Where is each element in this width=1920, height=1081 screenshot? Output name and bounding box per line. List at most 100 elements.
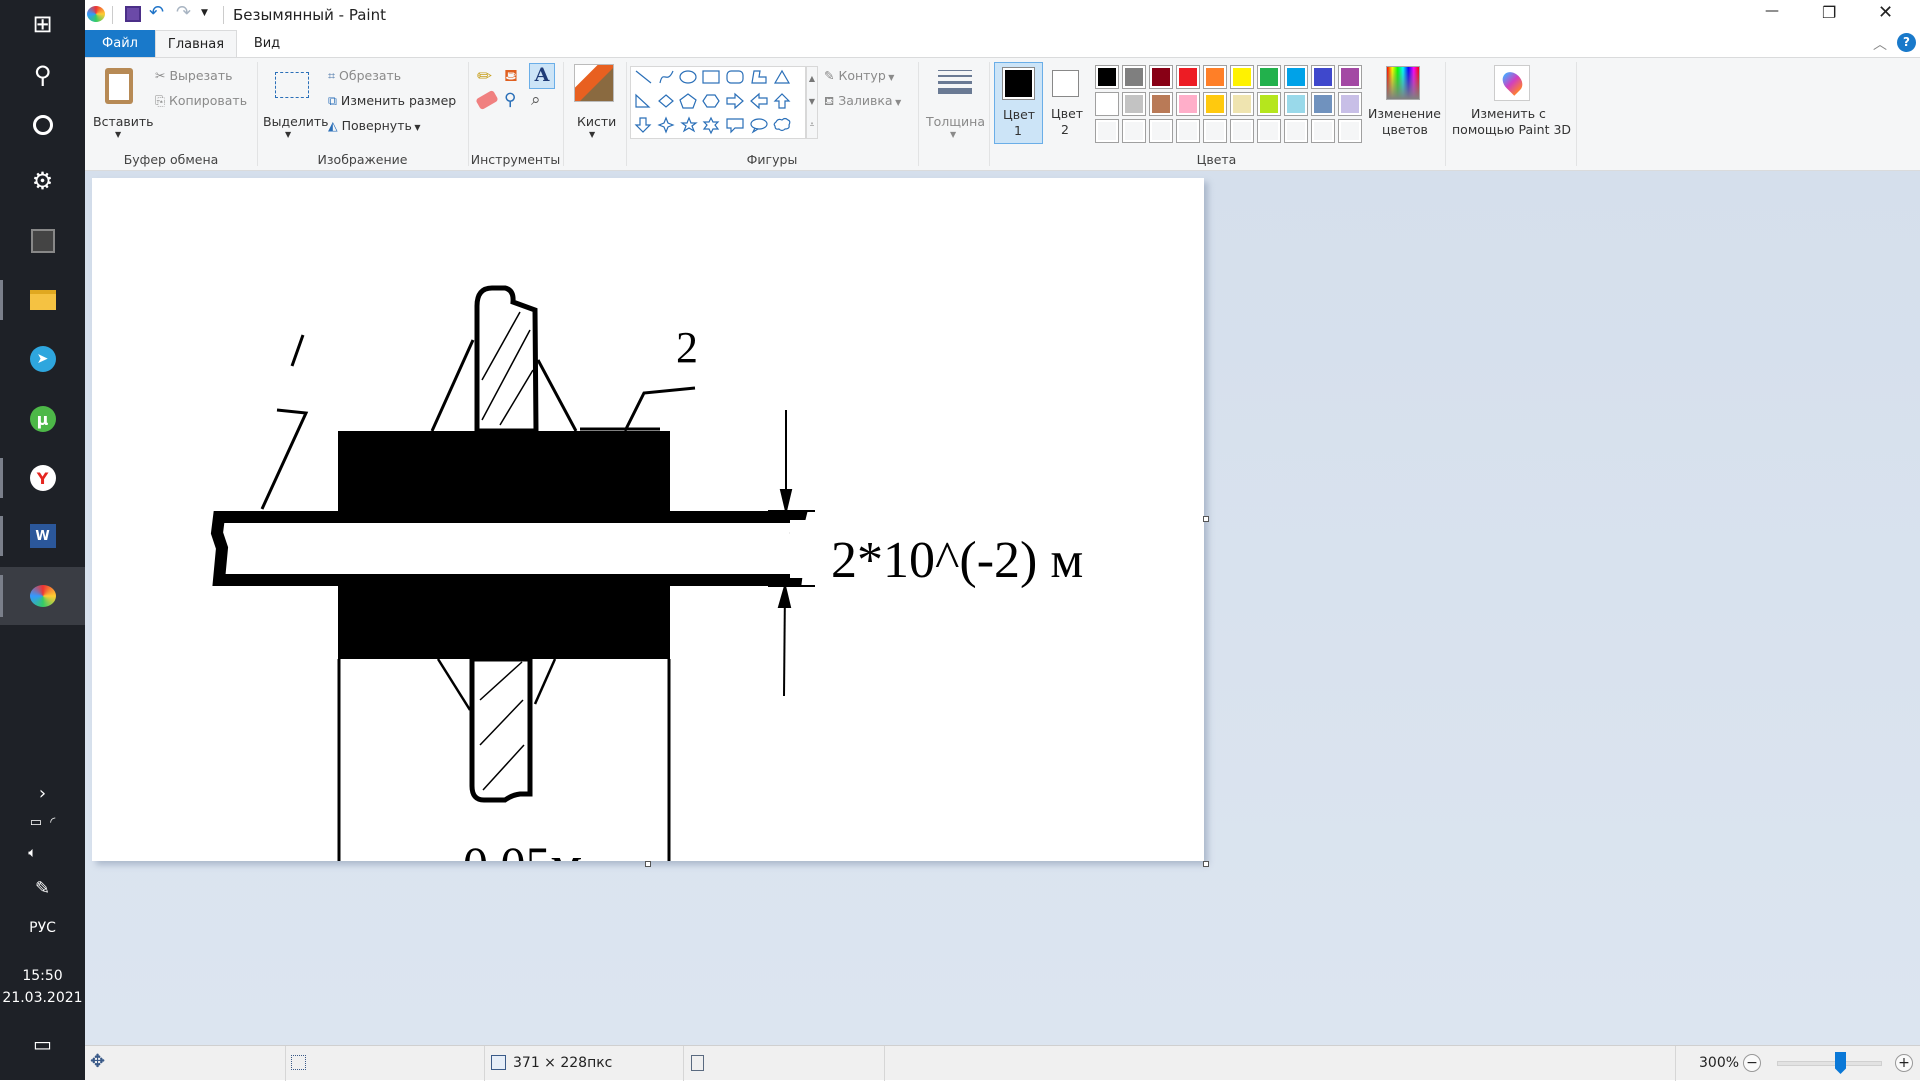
crop-button[interactable]: ⌗ Обрезать — [328, 68, 401, 84]
folder-icon — [29, 290, 56, 310]
magnifier-icon[interactable]: ⌕ — [531, 90, 541, 110]
clock-time[interactable]: 15:50 — [0, 968, 85, 984]
zoom-slider-thumb[interactable] — [1835, 1052, 1846, 1074]
paint-button[interactable] — [0, 567, 85, 625]
help-button[interactable]: ? — [1897, 33, 1916, 52]
palette-swatch[interactable] — [1257, 65, 1281, 89]
rotate-button[interactable]: ◭ Повернуть ▼ — [328, 118, 421, 133]
select-button[interactable]: Выделить ▼ — [261, 62, 329, 146]
zoom-slider[interactable] — [1777, 1061, 1882, 1066]
color-palette — [1095, 65, 1367, 145]
brushes-button[interactable]: Кисти ▼ — [569, 62, 621, 146]
text-tool-icon[interactable]: A — [529, 63, 555, 89]
rod-bottom — [436, 656, 557, 803]
search-button[interactable]: ⚲ — [0, 47, 85, 103]
resize-icon: ⧉ — [328, 93, 341, 108]
palette-swatch-empty[interactable] — [1122, 119, 1146, 143]
tab-file[interactable]: Файл — [85, 30, 155, 57]
palette-swatch[interactable] — [1338, 92, 1362, 116]
palette-swatch-empty[interactable] — [1338, 119, 1362, 143]
pencil-icon[interactable]: ✏ — [477, 66, 492, 87]
shapes-gallery[interactable] — [630, 66, 806, 139]
minimize-button[interactable]: — — [1765, 3, 1779, 19]
resize-handle-corner[interactable] — [1203, 861, 1209, 867]
notification-icon[interactable]: ▭ — [0, 1032, 85, 1056]
tab-home[interactable]: Главная — [155, 30, 237, 57]
battery-icon: ▭ — [29, 815, 42, 830]
palette-swatch[interactable] — [1122, 92, 1146, 116]
palette-swatch-empty[interactable] — [1203, 119, 1227, 143]
telegram-button[interactable]: ➤ — [0, 331, 85, 387]
zoom-out-button[interactable]: − — [1743, 1054, 1761, 1072]
start-button[interactable]: ⊞ — [0, 0, 85, 52]
palette-swatch-empty[interactable] — [1230, 119, 1254, 143]
palette-swatch-empty[interactable] — [1257, 119, 1281, 143]
drawing-canvas[interactable]: 2 2*10^(-2) м 0,05м 1 — [92, 178, 1204, 861]
palette-swatch[interactable] — [1095, 92, 1119, 116]
callout-oval-shape-icon — [750, 118, 768, 134]
rounded-rect-shape-icon — [726, 70, 744, 84]
palette-swatch[interactable] — [1284, 92, 1308, 116]
palette-swatch[interactable] — [1203, 92, 1227, 116]
palette-swatch[interactable] — [1176, 92, 1200, 116]
redo-icon[interactable]: ↷ — [176, 2, 191, 23]
show-hidden-icons-button[interactable]: › — [0, 783, 85, 804]
palette-swatch-empty[interactable] — [1149, 119, 1173, 143]
customize-toolbar-icon[interactable]: ▼ — [201, 8, 208, 18]
palette-swatch[interactable] — [1284, 65, 1308, 89]
palette-swatch[interactable] — [1203, 65, 1227, 89]
resize-handle-right[interactable] — [1203, 516, 1209, 522]
palette-swatch[interactable] — [1122, 65, 1146, 89]
edit-colors-button[interactable]: Изменение цветов — [1368, 62, 1441, 146]
palette-swatch-empty[interactable] — [1176, 119, 1200, 143]
palette-swatch-empty[interactable] — [1284, 119, 1308, 143]
close-button[interactable]: ✕ — [1878, 2, 1893, 23]
palette-swatch[interactable] — [1230, 92, 1254, 116]
resize-button[interactable]: ⧉ Изменить размер — [328, 93, 456, 109]
tray-network-battery[interactable]: ▭ ◜ — [0, 815, 85, 830]
palette-swatch[interactable] — [1149, 65, 1173, 89]
palette-swatch[interactable] — [1149, 92, 1173, 116]
palette-swatch-empty[interactable] — [1095, 119, 1119, 143]
utorrent-button[interactable]: µ — [0, 391, 85, 447]
pen-icon[interactable]: ✎ — [0, 878, 85, 899]
size-button[interactable]: Толщина ▼ — [923, 62, 985, 146]
edit-with-paint3d-button[interactable]: Изменить с помощью Paint 3D — [1449, 62, 1575, 146]
restore-button[interactable]: ❐ — [1822, 3, 1836, 22]
shapes-scroll[interactable]: ▲ ▼ ⩡ — [806, 66, 818, 139]
cut-button[interactable]: ✂ Вырезать — [155, 68, 232, 83]
settings-button[interactable]: ⚙ — [0, 153, 85, 209]
clock-date[interactable]: 21.03.2021 — [0, 990, 85, 1006]
resize-handle-bottom[interactable] — [645, 861, 651, 867]
fill-bucket-icon[interactable]: ⛾ — [504, 66, 518, 88]
palette-swatch[interactable] — [1311, 92, 1335, 116]
paste-button[interactable]: Вставить ▼ — [93, 62, 154, 146]
palette-swatch-empty[interactable] — [1311, 119, 1335, 143]
palette-swatch[interactable] — [1176, 65, 1200, 89]
collapse-ribbon-icon[interactable]: ︿ — [1873, 34, 1887, 54]
color-picker-icon[interactable]: ⚲ — [504, 90, 516, 110]
color2-button[interactable]: Цвет 2 — [1047, 62, 1089, 144]
word-button[interactable]: W — [0, 508, 85, 564]
yandex-browser-button[interactable]: Y — [0, 450, 85, 506]
palette-swatch[interactable] — [1338, 65, 1362, 89]
tab-view[interactable]: Вид — [237, 30, 297, 57]
undo-icon[interactable]: ↶ — [149, 2, 164, 23]
volume-icon[interactable]: 🔈︎ — [0, 845, 75, 861]
copy-button[interactable]: ⎘ Копировать — [155, 93, 247, 109]
file-explorer-button[interactable] — [0, 272, 85, 328]
zoom-in-button[interactable]: + — [1895, 1054, 1913, 1072]
color1-button[interactable]: Цвет 1 — [994, 62, 1043, 144]
app-photo-button[interactable] — [0, 213, 85, 269]
save-icon[interactable] — [125, 6, 141, 22]
cortana-button[interactable] — [0, 97, 85, 153]
palette-swatch[interactable] — [1311, 65, 1335, 89]
eraser-icon[interactable] — [475, 89, 499, 111]
palette-swatch[interactable] — [1257, 92, 1281, 116]
palette-swatch[interactable] — [1230, 65, 1254, 89]
palette-swatch[interactable] — [1095, 65, 1119, 89]
outline-button[interactable]: ✎ Контур ▼ — [824, 68, 894, 83]
language-indicator[interactable]: РУС — [0, 920, 85, 936]
fill-button[interactable]: ⛾ Заливка ▼ — [824, 93, 901, 110]
curve-shape-icon — [659, 70, 674, 84]
